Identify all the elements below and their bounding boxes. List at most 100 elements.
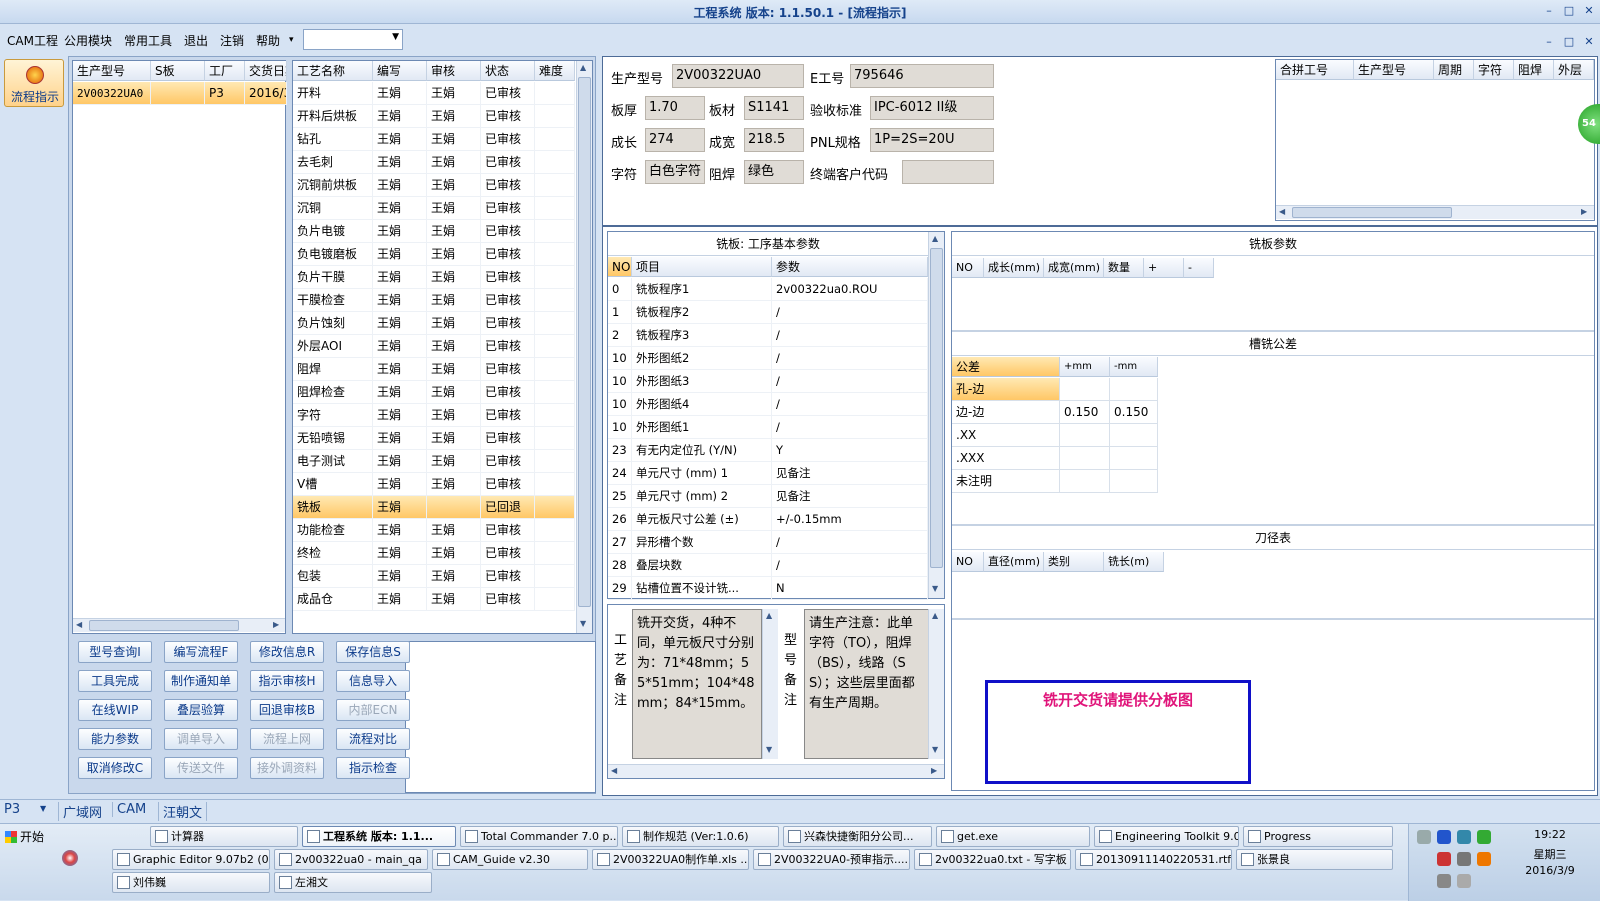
table-cell[interactable]: 阻焊 bbox=[293, 358, 373, 381]
menu-cam[interactable]: CAM工程 bbox=[7, 32, 58, 49]
mill-cell[interactable]: 铣板程序2 bbox=[632, 301, 772, 324]
customer-field[interactable] bbox=[902, 160, 994, 184]
menu-combo[interactable]: ▼ bbox=[303, 29, 403, 50]
board-col-header[interactable]: + bbox=[1144, 258, 1184, 278]
table-cell[interactable] bbox=[535, 128, 575, 151]
table-cell[interactable]: 无铅喷锡 bbox=[293, 427, 373, 450]
taskbar-item[interactable]: 2v00322ua0.txt - 写字板 bbox=[914, 849, 1071, 870]
taskbar-item[interactable]: 张景良 bbox=[1236, 849, 1393, 870]
table-cell[interactable]: 已审核 bbox=[481, 82, 535, 105]
table-cell[interactable]: 王娟 bbox=[373, 565, 427, 588]
model-field[interactable]: 2V00322UA0 bbox=[672, 64, 804, 88]
table-cell[interactable]: 王娟 bbox=[373, 335, 427, 358]
action-button[interactable]: 回退审核B bbox=[250, 699, 324, 721]
slot-cell[interactable] bbox=[1060, 470, 1110, 493]
mill-cell[interactable]: N bbox=[772, 577, 928, 600]
child-restore-button[interactable]: □ bbox=[1562, 35, 1576, 49]
table-cell[interactable]: 阻焊检查 bbox=[293, 381, 373, 404]
mill-vscroll[interactable]: ▲ ▼ bbox=[928, 232, 944, 598]
antivirus-icon[interactable] bbox=[1437, 852, 1451, 866]
table-cell[interactable]: 王娟 bbox=[373, 588, 427, 611]
table-cell[interactable]: 铣板 bbox=[293, 496, 373, 519]
mill-cell[interactable]: 1 bbox=[608, 301, 632, 324]
table-cell[interactable]: 王娟 bbox=[427, 105, 481, 128]
mill-cell[interactable]: / bbox=[772, 531, 928, 554]
update-icon[interactable] bbox=[1477, 852, 1491, 866]
merge-col-header[interactable]: 外层 bbox=[1554, 60, 1594, 80]
table-cell[interactable]: 已审核 bbox=[481, 473, 535, 496]
mill-col-header[interactable]: 项目 bbox=[632, 257, 772, 277]
action-button[interactable]: 指示审核H bbox=[250, 670, 324, 692]
mill-cell[interactable]: / bbox=[772, 393, 928, 416]
taskbar-item[interactable]: Progress bbox=[1243, 826, 1393, 847]
char-field[interactable]: 白色字符 bbox=[645, 160, 705, 184]
table-cell[interactable]: 王娟 bbox=[373, 496, 427, 519]
table-cell[interactable]: 负片蚀刻 bbox=[293, 312, 373, 335]
board-col-header[interactable]: 成宽(mm) bbox=[1044, 258, 1104, 278]
menu-common-module[interactable]: 公用模块 bbox=[64, 32, 112, 49]
mill-cell[interactable]: 钻槽位置不设计铣... bbox=[632, 577, 772, 600]
mill-cell[interactable]: 铣板程序1 bbox=[632, 278, 772, 301]
table-cell[interactable] bbox=[535, 335, 575, 358]
menu-common-tools[interactable]: 常用工具 bbox=[124, 32, 172, 49]
table-cell[interactable]: 王娟 bbox=[373, 220, 427, 243]
table-cell[interactable]: 王娟 bbox=[427, 243, 481, 266]
close-button[interactable]: ✕ bbox=[1582, 4, 1596, 18]
scroll-thumb[interactable] bbox=[1292, 207, 1452, 218]
model-note-scroll[interactable]: ▲ ▼ bbox=[928, 609, 944, 759]
table-cell[interactable]: 已审核 bbox=[481, 151, 535, 174]
table-cell[interactable] bbox=[535, 381, 575, 404]
table-cell[interactable]: 已审核 bbox=[481, 565, 535, 588]
table-cell[interactable] bbox=[535, 473, 575, 496]
table-cell[interactable]: 外层AOI bbox=[293, 335, 373, 358]
table-cell[interactable]: 字符 bbox=[293, 404, 373, 427]
mill-cell[interactable]: 24 bbox=[608, 462, 632, 485]
mill-cell[interactable]: 10 bbox=[608, 416, 632, 439]
table-cell[interactable]: 包装 bbox=[293, 565, 373, 588]
tab-cam[interactable]: CAM bbox=[112, 802, 146, 817]
table-cell[interactable]: 王娟 bbox=[427, 220, 481, 243]
col-s-board[interactable]: S板 bbox=[151, 61, 205, 81]
tool-col-header[interactable]: NO bbox=[952, 552, 984, 572]
merge-hscroll[interactable]: ◀ ▶ bbox=[1276, 205, 1594, 219]
table-cell[interactable]: 王娟 bbox=[427, 128, 481, 151]
mill-cell[interactable]: 异形槽个数 bbox=[632, 531, 772, 554]
table-cell[interactable]: 王娟 bbox=[427, 542, 481, 565]
action-button[interactable]: 型号查询I bbox=[78, 641, 152, 663]
taskbar-item[interactable]: 工程系统 版本: 1.1... bbox=[302, 826, 456, 847]
scroll-up-icon[interactable]: ▲ bbox=[932, 611, 938, 620]
pnl-field[interactable]: 1P=2S=20U bbox=[870, 128, 994, 152]
table-cell[interactable] bbox=[535, 197, 575, 220]
table-cell[interactable]: 已审核 bbox=[481, 450, 535, 473]
action-button[interactable]: 修改信息R bbox=[250, 641, 324, 663]
table-cell[interactable]: 开料后烘板 bbox=[293, 105, 373, 128]
mill-cell[interactable]: 25 bbox=[608, 485, 632, 508]
table-cell[interactable] bbox=[535, 82, 575, 105]
board-col-header[interactable]: NO bbox=[952, 258, 984, 278]
table-cell[interactable]: 王娟 bbox=[373, 128, 427, 151]
mill-cell[interactable]: 28 bbox=[608, 554, 632, 577]
table-cell[interactable]: 王娟 bbox=[427, 312, 481, 335]
slot-cell[interactable]: 孔-边 bbox=[952, 378, 1060, 401]
slot-cell[interactable] bbox=[1060, 447, 1110, 470]
table-cell[interactable]: 王娟 bbox=[373, 358, 427, 381]
tool-col-header[interactable]: 铣长(m) bbox=[1104, 552, 1164, 572]
mill-cell[interactable]: 单元尺寸 (mm) 2 bbox=[632, 485, 772, 508]
table-cell[interactable]: 终检 bbox=[293, 542, 373, 565]
table-cell[interactable] bbox=[535, 266, 575, 289]
scroll-right-icon[interactable]: ▶ bbox=[1581, 207, 1587, 216]
table-cell[interactable]: 负电镀磨板 bbox=[293, 243, 373, 266]
slot-cell[interactable] bbox=[1060, 378, 1110, 401]
slot-col-header[interactable]: 公差 bbox=[952, 357, 1060, 377]
table-cell[interactable]: 王娟 bbox=[427, 266, 481, 289]
action-button[interactable]: 制作通知单 bbox=[164, 670, 238, 692]
bluetooth-icon[interactable] bbox=[1437, 830, 1451, 844]
mill-cell[interactable]: 2v00322ua0.ROU bbox=[772, 278, 928, 301]
table-cell[interactable]: 已审核 bbox=[481, 358, 535, 381]
mill-cell[interactable]: / bbox=[772, 416, 928, 439]
action-button[interactable]: 叠层验算 bbox=[164, 699, 238, 721]
volume-icon[interactable] bbox=[1457, 874, 1471, 888]
taskbar-item[interactable]: Engineering Toolkit 9.0... bbox=[1094, 826, 1239, 847]
scroll-right-icon[interactable]: ▶ bbox=[931, 766, 937, 775]
action-button[interactable]: 信息导入 bbox=[336, 670, 410, 692]
